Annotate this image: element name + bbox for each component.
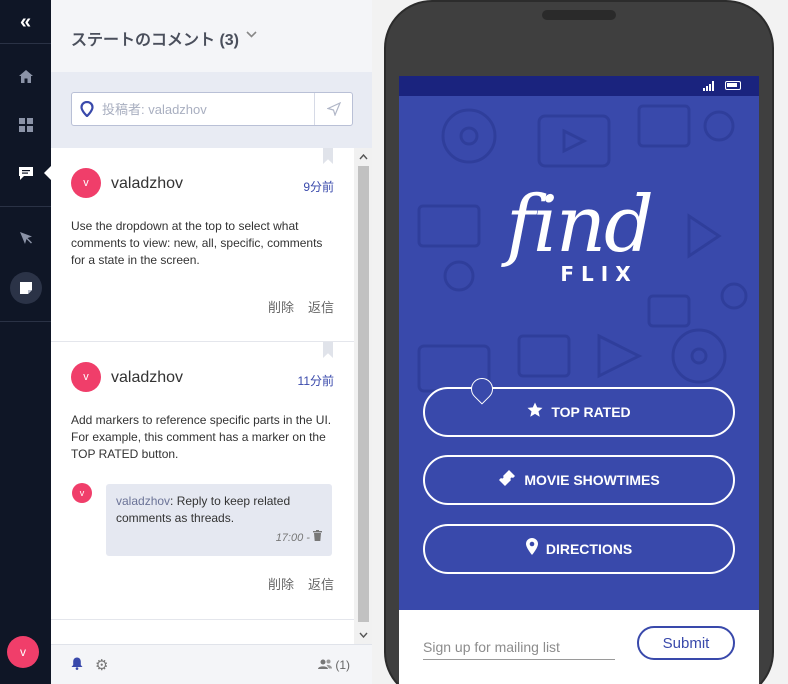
ticket-icon [498,469,516,492]
signal-icon [703,81,714,91]
rail-divider [0,206,51,207]
users-count-label: (1) [335,658,350,672]
comment-item: v valadzhov 11分前 Add markers to referenc… [51,342,354,620]
bookmark-icon[interactable] [323,148,333,164]
submit-button[interactable]: Submit [637,626,735,660]
comment-body: Add markers to reference specific parts … [71,413,332,461]
panel-header: ステートのコメント (3) [51,0,372,72]
comment-list: v valadzhov 9分前 Use the dropdown at the … [51,148,354,644]
search-area [51,72,372,148]
comment-author: valadzhov [111,369,184,386]
trash-icon[interactable] [313,530,322,544]
note-icon[interactable] [0,266,51,310]
bell-icon[interactable] [71,657,83,675]
cursor-icon[interactable] [0,216,51,260]
scrollbar[interactable] [354,148,372,644]
comments-icon[interactable] [0,151,51,195]
directions-button[interactable]: DIRECTIONS [423,524,735,574]
logo-subtitle: FLIX [560,262,638,286]
search-box [71,92,353,126]
rail-divider [0,321,51,322]
reply-link[interactable]: 返信 [308,577,334,592]
comment-author: valadzhov [111,175,184,192]
home-icon[interactable] [0,54,51,98]
map-pin-icon [525,538,538,560]
reply-link[interactable]: 返信 [308,300,334,315]
comment-actions: 削除 返信 [254,574,334,593]
battery-icon [725,81,741,90]
author-filter-input[interactable] [102,93,312,125]
users-count[interactable]: (1) [317,658,350,672]
scroll-down-arrow[interactable] [354,626,372,644]
scroll-up-arrow[interactable] [354,148,372,166]
movie-showtimes-label: MOVIE SHOWTIMES [524,472,660,488]
top-rated-button[interactable]: TOP RATED [423,387,735,437]
reply-item: valadzhov: Reply to keep related comment… [106,484,332,556]
comment-avatar: v [71,168,101,198]
directions-label: DIRECTIONS [545,541,633,557]
grid-icon[interactable] [0,103,51,147]
delete-link[interactable]: 削除 [268,577,294,592]
panel-footer: ⚙ (1) [51,644,372,684]
collapse-icon[interactable]: « [0,0,51,44]
reply-author: valadzhov [116,494,171,508]
comment-time: 9分前 [303,180,334,194]
app-screen: find FLIX TOP RATED MOVIE SHOWTIMES DIRE… [399,76,759,684]
reply-time: 17:00 - [275,532,310,544]
findflix-logo: find FLIX [399,186,759,286]
delete-link[interactable]: 削除 [268,300,294,315]
logo-wordmark: find [506,180,654,270]
signup-bar: Submit [399,610,759,684]
chevron-down-icon[interactable] [246,27,257,41]
star-icon [527,402,543,423]
reply-avatar: v [72,483,92,503]
mailing-list-input[interactable] [423,634,615,660]
movie-showtimes-button[interactable]: MOVIE SHOWTIMES [423,455,735,505]
user-avatar[interactable]: v [7,636,39,668]
status-bar [399,76,759,96]
panel-title[interactable]: ステートのコメント (3) [71,26,239,50]
gear-icon[interactable]: ⚙ [95,656,108,674]
send-icon[interactable] [314,93,352,125]
top-rated-label: TOP RATED [551,404,631,420]
note-button[interactable] [9,272,42,304]
reply-meta: 17:00 - [276,530,322,547]
users-icon [317,659,332,669]
location-pin-icon [80,100,96,118]
comment-avatar: v [71,362,101,392]
rail-divider [0,43,51,44]
scroll-thumb[interactable] [358,166,369,622]
comment-body: Use the dropdown at the top to select wh… [71,219,323,267]
comment-actions: 削除 返信 [254,297,334,316]
comments-panel: ステートのコメント (3) v valadzhov 9分前 Use the dr… [51,0,372,684]
left-rail: « v [0,0,51,684]
phone-speaker [542,10,616,20]
comment-item: v valadzhov 9分前 Use the dropdown at the … [51,148,354,342]
bookmark-icon[interactable] [323,342,333,358]
comment-time: 11分前 [297,374,334,388]
